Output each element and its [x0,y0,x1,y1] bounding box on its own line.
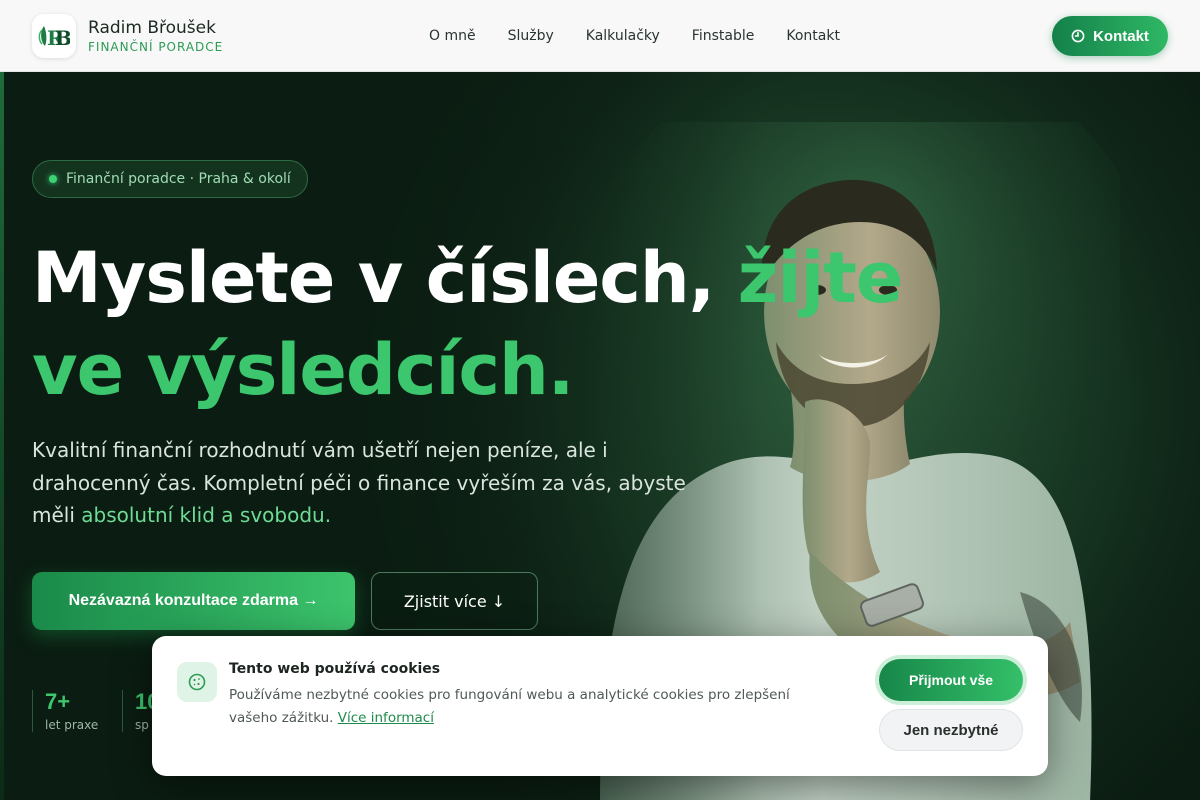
more-info-link[interactable]: Více informací [338,710,434,726]
cookie-banner: Tento web používá cookies Používáme nezb… [152,636,1048,776]
nav-item-services[interactable]: Služby [508,28,554,44]
stat-years: 7+ let praxe [32,690,98,732]
free-consultation-button[interactable]: Nezávazná konzultace zdarma → [32,572,355,630]
rb-monogram-leaf-logo: R B [32,14,76,58]
contact-button[interactable]: Kontakt [1052,16,1168,56]
brand-subtitle: FINANČNÍ PORADCE [88,39,224,54]
location-badge: Finanční poradce · Praha & okolí [32,160,308,198]
nav-item-calculators[interactable]: Kalkulačky [586,28,660,44]
cookie-icon [177,662,217,702]
necessary-only-button[interactable]: Jen nezbytné [879,709,1023,751]
status-dot-icon [49,175,57,183]
accent-line [0,72,4,800]
headline-green-1: žijte [737,237,904,319]
lead-highlight: absolutní klid a svobodu. [81,503,332,527]
main-nav: O mně Služby Kalkulačky Finstable Kontak… [413,0,856,72]
nav-item-contact[interactable]: Kontakt [786,28,840,44]
headline-white: Myslete v číslech, [32,237,738,319]
site-header: R B Radim Břoušek FINANČNÍ PORADCE O mně… [0,0,1200,72]
cookie-title: Tento web používá cookies [229,661,441,677]
svg-text:B: B [55,26,70,50]
hero-lead: Kvalitní finanční rozhodnutí vám ušetří … [32,434,712,532]
clock-icon [1071,29,1085,43]
nav-item-about[interactable]: O mně [429,28,476,44]
cookie-description: Používáme nezbytné cookies pro fungování… [229,687,790,726]
learn-more-button[interactable]: Zjistit více ↓ [371,572,538,630]
stat-label: let praxe [45,718,99,732]
nav-item-finstable[interactable]: Finstable [692,28,755,44]
contact-button-label: Kontakt [1093,27,1149,45]
hero-headline: Myslete v číslech, žijte ve výsledcích. [32,232,904,416]
accept-all-button[interactable]: Přijmout vše [879,659,1023,701]
cookie-text: Používáme nezbytné cookies pro fungování… [229,684,829,730]
stat-value: 7+ [45,689,71,714]
headline-green-2: ve výsledcích. [32,329,574,411]
brand-name: Radim Břoušek [88,17,216,38]
brand[interactable]: R B Radim Břoušek FINANČNÍ PORADCE [32,14,223,58]
location-badge-label: Finanční poradce · Praha & okolí [66,171,291,187]
